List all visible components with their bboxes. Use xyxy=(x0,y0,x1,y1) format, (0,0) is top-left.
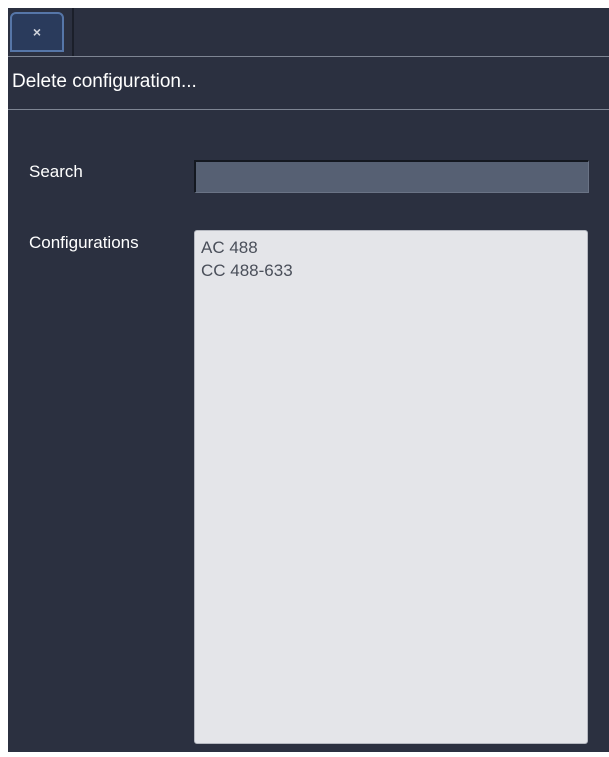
dialog-title: Delete configuration... xyxy=(12,71,197,92)
dialog-header: Delete configuration... xyxy=(8,57,609,110)
tab-bar: × xyxy=(8,8,609,57)
search-label: Search xyxy=(29,162,83,181)
configurations-label: Configurations xyxy=(29,233,139,252)
configurations-list[interactable]: AC 488 CC 488-633 xyxy=(194,230,588,744)
list-item[interactable]: CC 488-633 xyxy=(201,259,581,282)
delete-configuration-window: × Delete configuration... Search Configu… xyxy=(8,8,609,752)
tab-divider xyxy=(72,8,74,56)
list-item[interactable]: AC 488 xyxy=(201,236,581,259)
search-input[interactable] xyxy=(194,160,589,193)
close-tab-button[interactable]: × xyxy=(10,12,64,52)
close-icon[interactable]: × xyxy=(33,24,41,40)
